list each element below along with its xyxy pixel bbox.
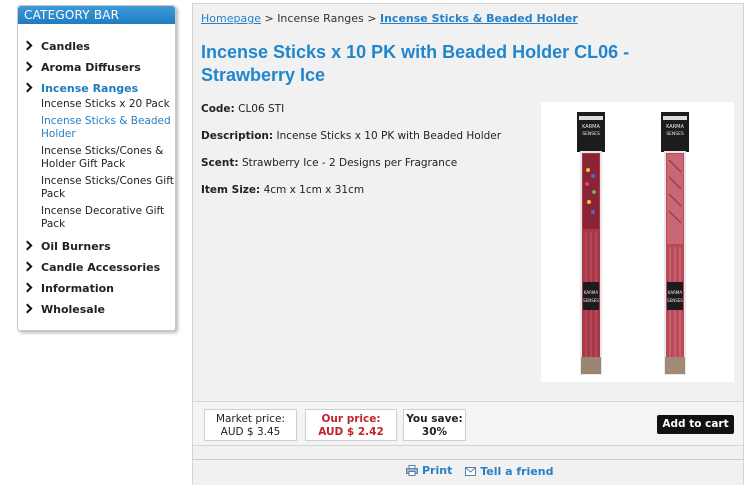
code-value: CL06 STI (238, 103, 285, 115)
svg-text:KARMA: KARMA (584, 290, 599, 295)
svg-text:SENSES: SENSES (583, 298, 599, 303)
sidebar-item-candles[interactable]: Candles (18, 39, 175, 60)
svg-text:SENSES: SENSES (667, 298, 683, 303)
svg-text:SENSES: SENSES (666, 131, 684, 137)
chevron-right-icon (22, 261, 33, 272)
breadcrumb-home-link[interactable]: Homepage (201, 12, 261, 25)
product-description: Description: Incense Sticks x 10 PK with… (201, 130, 531, 143)
our-price-label: Our price: (321, 413, 381, 425)
sidebar-title: CATEGORY BAR (18, 6, 175, 24)
tell-a-friend-label: Tell a friend (480, 465, 554, 478)
print-label: Print (422, 464, 453, 477)
size-label: Item Size: (201, 184, 261, 196)
chevron-right-icon (22, 303, 33, 314)
scent-value: Strawberry Ice - 2 Designs per Fragrance (241, 157, 458, 169)
print-link[interactable]: Print (406, 464, 452, 477)
chevron-right-icon (22, 282, 33, 293)
product-image[interactable]: KARMA SENSES KARMA SENSES KARMA SENSES K… (541, 102, 734, 382)
breadcrumb-separator: > (264, 12, 274, 25)
svg-text:KARMA: KARMA (582, 124, 600, 130)
incense-packages-illustration: KARMA SENSES KARMA SENSES KARMA SENSES K… (577, 112, 689, 375)
add-to-cart-button[interactable]: Add to cart (657, 415, 734, 434)
product-code: Code: CL06 STI (201, 103, 531, 116)
incense-package-left: KARMA SENSES KARMA SENSES (577, 112, 605, 375)
envelope-icon (465, 467, 477, 476)
sidebar-item-label: Candles (41, 40, 90, 53)
sidebar-item-label: Aroma Diffusers (41, 61, 141, 74)
svg-text:SENSES: SENSES (582, 131, 600, 137)
sidebar-item-label: Oil Burners (41, 240, 111, 253)
incense-subcategory-list: Incense Sticks x 20 Pack Incense Sticks … (18, 98, 175, 239)
divider (193, 459, 743, 460)
subcategory-incense-sticks-cones-gift-pack[interactable]: Incense Sticks/Cones Gift Pack (41, 175, 175, 201)
product-size: Item Size: 4cm x 1cm x 31cm (201, 184, 531, 197)
size-value: 4cm x 1cm x 31cm (263, 184, 365, 196)
product-scent: Scent: Strawberry Ice - 2 Designs per Fr… (201, 157, 531, 170)
tell-a-friend-link[interactable]: Tell a friend (465, 465, 553, 478)
price-row: Market price: AUD $ 3.45 Our price: AUD … (193, 401, 743, 446)
product-actions: Print Tell a friend (406, 464, 562, 479)
sidebar-item-incense-ranges[interactable]: Incense Ranges (18, 81, 175, 102)
sidebar-item-oil-burners[interactable]: Oil Burners (18, 239, 175, 260)
subcategory-incense-sticks-cones-holder-gift-pack[interactable]: Incense Sticks/Cones & Holder Gift Pack (41, 145, 175, 171)
subcategory-incense-sticks-beaded-holder[interactable]: Incense Sticks & Beaded Holder (41, 115, 175, 141)
scent-label: Scent: (201, 157, 239, 169)
chevron-right-icon (22, 61, 33, 72)
market-price-box: Market price: AUD $ 3.45 (204, 409, 297, 441)
market-price-label: Market price: (215, 413, 286, 425)
sidebar-item-label: Incense Ranges (41, 82, 139, 95)
you-save-value: 30% (421, 426, 448, 438)
sidebar-item-label: Wholesale (41, 303, 105, 316)
breadcrumb: Homepage > Incense Ranges > Incense Stic… (201, 12, 578, 25)
our-price-box: Our price: AUD $ 2.42 (305, 409, 397, 441)
market-price-value: AUD $ 3.45 (220, 426, 281, 438)
chevron-down-icon (22, 82, 33, 93)
sidebar-item-aroma-diffusers[interactable]: Aroma Diffusers (18, 60, 175, 81)
product-panel: Homepage > Incense Ranges > Incense Stic… (192, 3, 744, 485)
subcategory-incense-decorative-gift-pack[interactable]: Incense Decorative Gift Pack (41, 205, 175, 231)
description-label: Description: (201, 130, 274, 142)
code-label: Code: (201, 103, 235, 115)
sidebar-item-candle-accessories[interactable]: Candle Accessories (18, 260, 175, 281)
description-value: Incense Sticks x 10 PK with Beaded Holde… (276, 130, 502, 142)
chevron-right-icon (22, 40, 33, 51)
sidebar-item-wholesale[interactable]: Wholesale (18, 302, 175, 323)
category-list: Candles Aroma Diffusers Incense Ranges I… (18, 24, 175, 323)
chevron-right-icon (22, 240, 33, 251)
breadcrumb-current-link[interactable]: Incense Sticks & Beaded Holder (380, 12, 578, 25)
product-details: Code: CL06 STI Description: Incense Stic… (201, 103, 531, 211)
sidebar-item-information[interactable]: Information (18, 281, 175, 302)
sidebar-item-label: Candle Accessories (41, 261, 161, 274)
you-save-box: You save: 30% (403, 409, 466, 441)
page-title: Incense Sticks x 10 PK with Beaded Holde… (201, 42, 630, 85)
our-price-value: AUD $ 2.42 (318, 426, 384, 438)
svg-text:KARMA: KARMA (666, 124, 684, 130)
printer-icon (406, 465, 418, 476)
svg-text:KARMA: KARMA (668, 290, 683, 295)
you-save-label: You save: (406, 413, 463, 425)
category-sidebar: CATEGORY BAR Candles Aroma Diffusers Inc… (17, 5, 176, 331)
sidebar-item-label: Information (41, 282, 114, 295)
incense-package-right: KARMA SENSES KARMA SENSES (661, 112, 689, 375)
breadcrumb-separator: > (367, 12, 377, 25)
breadcrumb-incense-ranges: Incense Ranges (277, 12, 364, 25)
